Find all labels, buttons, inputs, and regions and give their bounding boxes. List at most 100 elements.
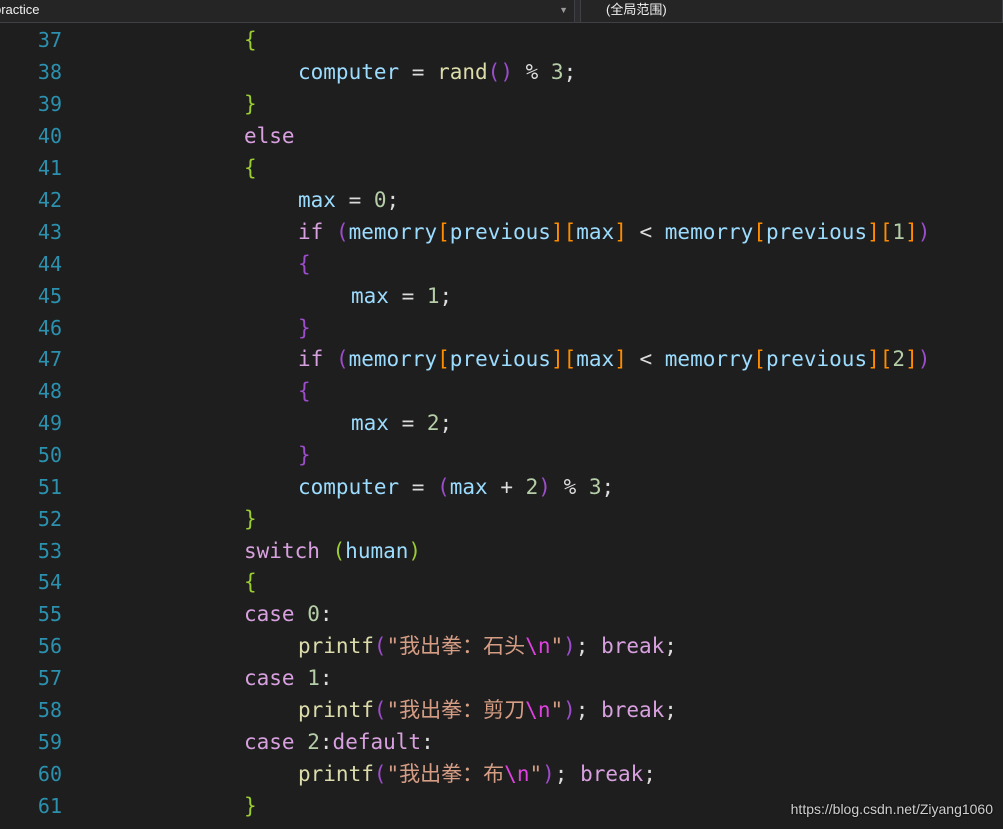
line-number: 42 <box>37 188 62 212</box>
token: ; <box>563 60 577 84</box>
token: break <box>601 698 665 722</box>
token: ] <box>867 220 880 244</box>
line-number: 41 <box>37 156 62 180</box>
token: " <box>529 762 543 786</box>
token: 0 <box>307 602 320 626</box>
token: % <box>512 60 551 84</box>
token: 2 <box>892 347 906 371</box>
code-editor[interactable]: 37 { 38 computer = rand() % 3; 39 } 40 e… <box>0 23 1003 829</box>
token: : <box>319 730 333 754</box>
token: ) <box>538 475 551 499</box>
token: [ <box>563 347 577 371</box>
code-line: 51 computer = (max + 2) % 3; <box>0 471 1003 503</box>
token: memorry <box>348 347 438 371</box>
code-text: case 2:default: <box>244 726 434 758</box>
token: ; <box>386 188 400 212</box>
token: rand <box>437 60 488 84</box>
token: [ <box>753 347 766 371</box>
token: max <box>351 411 389 435</box>
code-text: max = 0; <box>298 184 399 216</box>
line-number: 55 <box>37 602 62 626</box>
token: if <box>298 347 324 371</box>
line-number: 51 <box>37 475 62 499</box>
code-line: 48 { <box>0 375 1003 407</box>
token: if <box>298 220 324 244</box>
token: printf <box>298 762 374 786</box>
chevron-down-icon: ▼ <box>559 5 568 15</box>
token: computer <box>298 60 400 84</box>
code-text: } <box>298 316 311 340</box>
code-line: 46 } <box>0 312 1003 344</box>
code-line: 52 } <box>0 503 1003 535</box>
token: max <box>351 284 389 308</box>
scope-dropdown[interactable]: (全局范围) <box>580 0 1003 22</box>
token: ( <box>373 634 387 658</box>
line-number: 43 <box>37 220 62 244</box>
code-line: 49 max = 2; <box>0 407 1003 439</box>
token: ) <box>542 762 555 786</box>
code-line: 54 { <box>0 566 1003 598</box>
token: : <box>319 666 333 690</box>
token: "我出拳：剪刀 <box>386 698 526 722</box>
token: "我出拳：石头 <box>386 634 526 658</box>
line-number: 40 <box>37 124 62 148</box>
token: = <box>399 475 438 499</box>
token: max <box>298 188 336 212</box>
code-text: { <box>244 156 257 180</box>
line-number: 56 <box>37 634 62 658</box>
token: 2 <box>426 411 440 435</box>
token: case <box>244 730 295 754</box>
line-number: 45 <box>37 284 62 308</box>
token: % <box>550 475 589 499</box>
token: ] <box>905 347 918 371</box>
token: ; <box>554 762 581 786</box>
code-text: { <box>244 570 257 594</box>
token: computer <box>298 475 400 499</box>
code-text: computer = (max + 2) % 3; <box>298 471 614 503</box>
line-number: 48 <box>37 379 62 403</box>
token: ( <box>335 220 349 244</box>
code-line: 40 else <box>0 120 1003 152</box>
code-line: 42 max = 0; <box>0 184 1003 216</box>
token: ] <box>550 220 564 244</box>
code-line: 44 { <box>0 248 1003 280</box>
token: ; <box>439 284 453 308</box>
token: ] <box>905 220 918 244</box>
code-text: else <box>244 124 295 148</box>
code-line: 50 } <box>0 439 1003 471</box>
token: ) <box>563 634 576 658</box>
token: ; <box>575 698 602 722</box>
token: 3 <box>550 60 564 84</box>
line-number: 61 <box>37 794 62 818</box>
code-text: { <box>244 28 257 52</box>
code-line: 53 switch (human) <box>0 535 1003 567</box>
line-number: 50 <box>37 443 62 467</box>
token: ( <box>487 60 501 84</box>
token: \n <box>525 634 551 658</box>
token: ; <box>439 411 453 435</box>
code-text: if (memorry[previous][max] < memorry[pre… <box>298 216 930 248</box>
token: ] <box>550 347 564 371</box>
project-dropdown-label: practice <box>0 2 40 17</box>
token: max <box>449 475 488 499</box>
token: ( <box>373 762 387 786</box>
token: ; <box>575 634 602 658</box>
line-number: 60 <box>37 762 62 786</box>
project-dropdown[interactable]: practice ▼ <box>0 0 575 22</box>
token: [ <box>437 220 450 244</box>
token: 1 <box>892 220 906 244</box>
code-text: { <box>298 379 311 403</box>
token: ( <box>335 347 349 371</box>
code-text: } <box>244 507 257 531</box>
token: ] <box>614 347 627 371</box>
code-line: 58 printf("我出拳：剪刀\n"); break; <box>0 694 1003 726</box>
token: ; <box>601 475 615 499</box>
code-text: case 1: <box>244 662 333 694</box>
token: ( <box>373 698 387 722</box>
token: ) <box>563 698 576 722</box>
line-number: 59 <box>37 730 62 754</box>
line-number: 57 <box>37 666 62 690</box>
